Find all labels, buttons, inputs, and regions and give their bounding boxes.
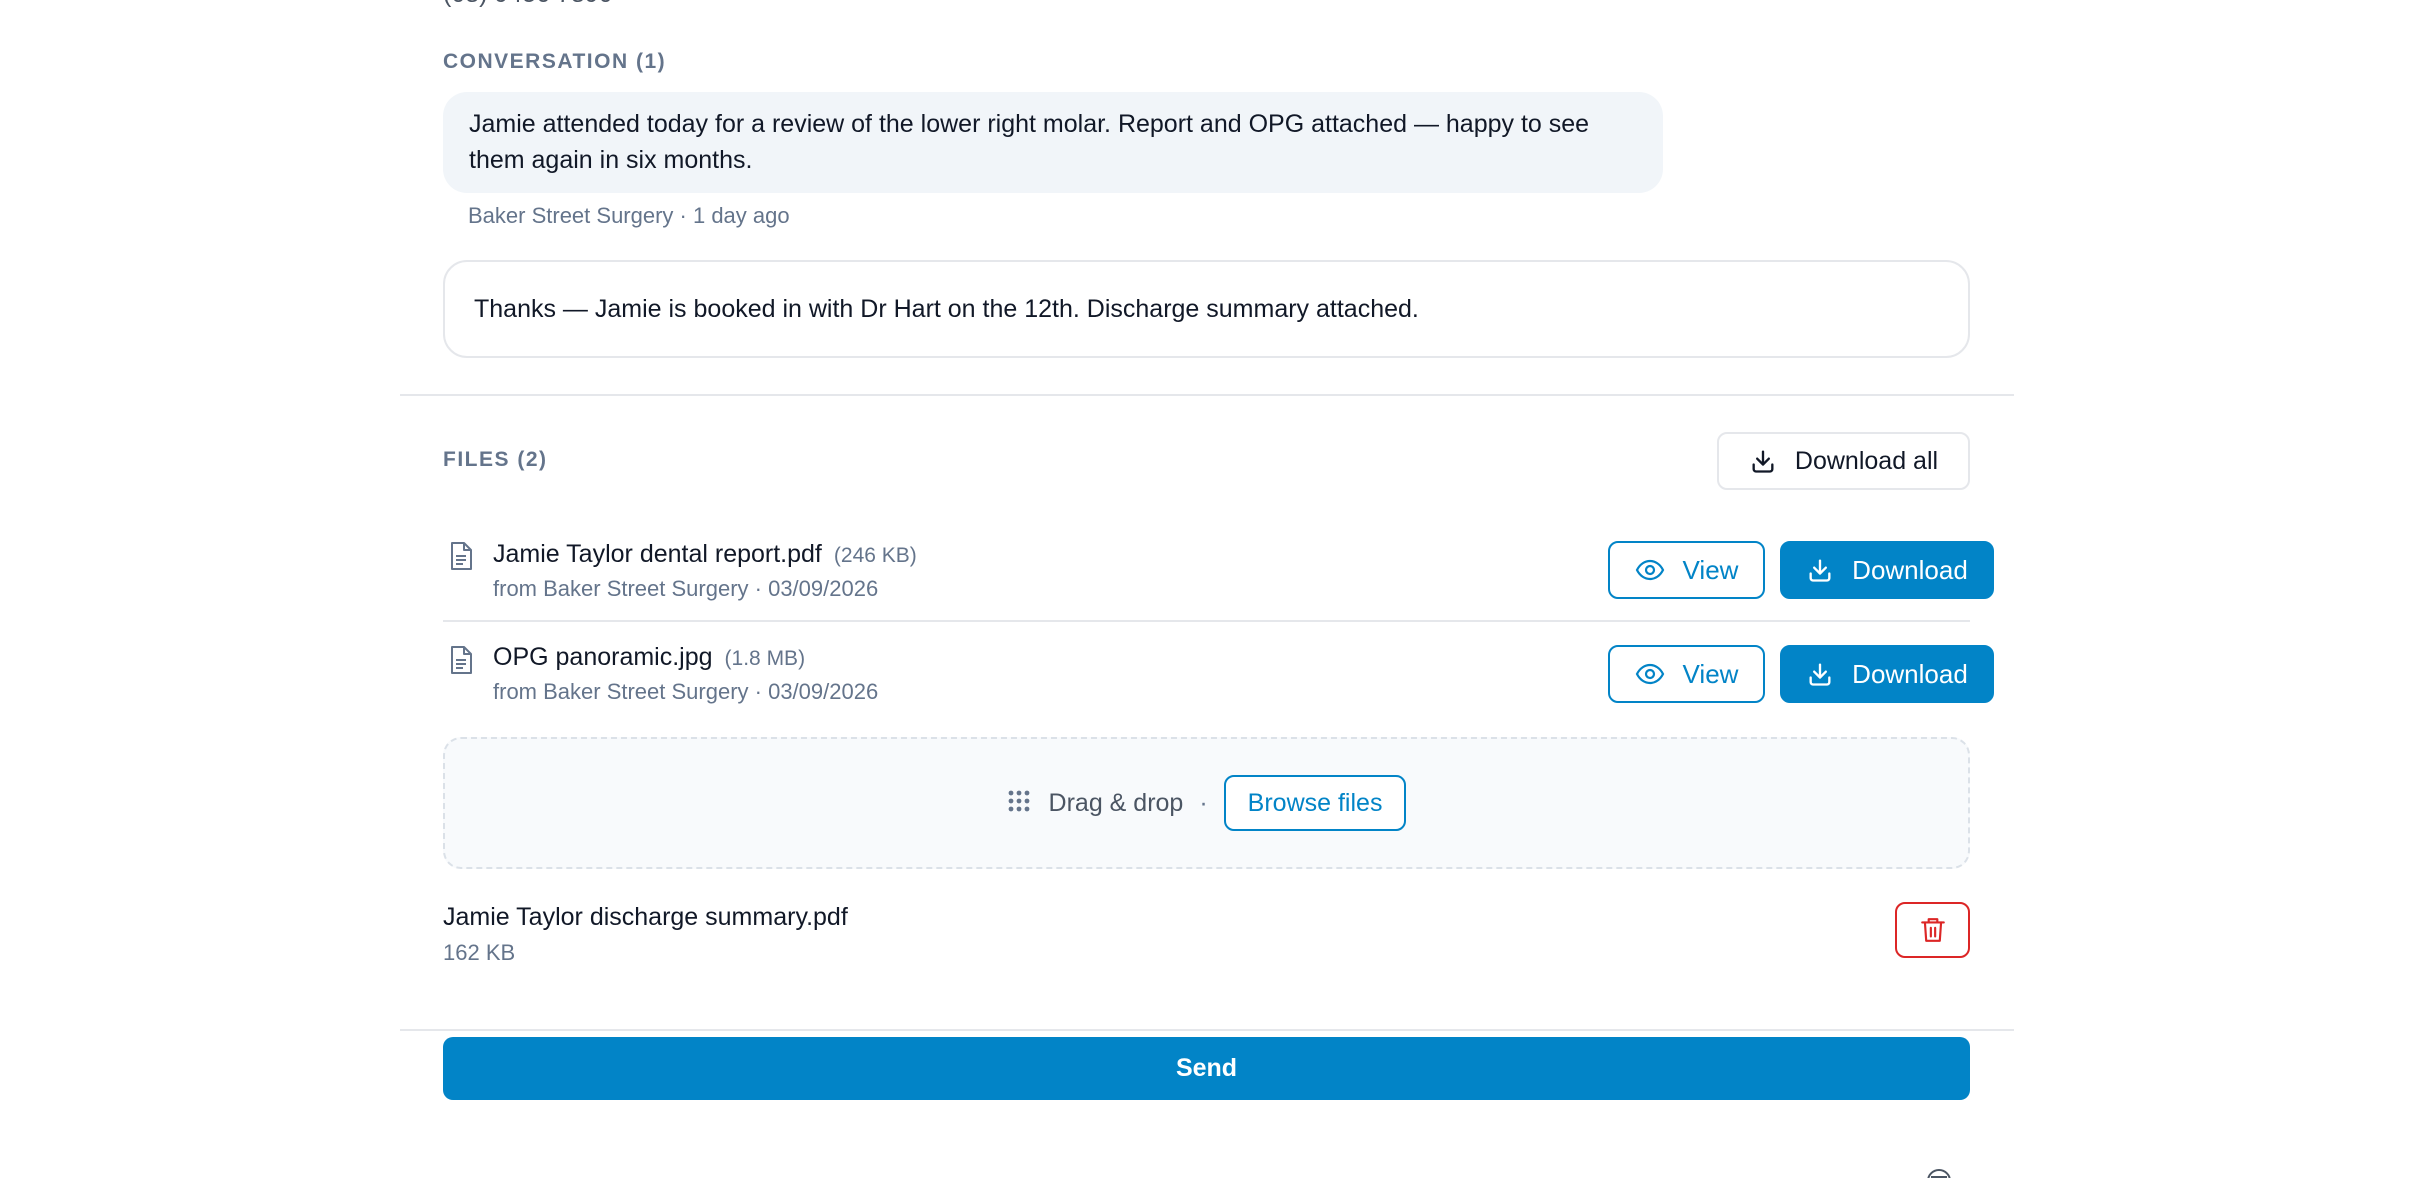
file-meta: from Baker Street Surgery · 03/09/2026 [493, 679, 879, 704]
section-divider [400, 1029, 2014, 1031]
remove-attachment-button[interactable] [1895, 902, 1970, 958]
file-item: Jamie Taylor dental report.pdf (246 KB) [493, 540, 917, 569]
separator-dot: · [1199, 788, 1208, 817]
download-all-button[interactable]: Download all [1717, 432, 1970, 490]
download-file-button[interactable]: Download [1780, 645, 1994, 703]
file-size: (246 KB) [833, 544, 917, 567]
download-all-label: Download all [1794, 446, 1939, 475]
file-meta: from Baker Street Surgery · 03/09/2026 [493, 576, 879, 601]
eye-icon [1635, 558, 1665, 582]
help-icon[interactable] [1925, 1167, 1953, 1178]
file-dropzone[interactable]: Drag & drop · Browse files [443, 737, 1970, 869]
message-thread-page: (08) 9456 7890 CONVERSATION (1) Jamie at… [0, 0, 2416, 1178]
download-icon [1806, 556, 1834, 584]
reply-input[interactable]: Thanks — Jamie is booked in with Dr Hart… [443, 260, 1970, 358]
files-heading: FILES (2) [443, 448, 548, 471]
row-divider [443, 620, 1970, 622]
download-label: Download [1852, 554, 1968, 585]
file-icon [449, 541, 473, 576]
view-label: View [1682, 658, 1739, 689]
view-file-button[interactable]: View [1608, 645, 1765, 703]
file-icon [449, 645, 473, 680]
download-file-button[interactable]: Download [1780, 541, 1994, 599]
pending-attachment-name: Jamie Taylor discharge summary.pdf [443, 903, 848, 931]
eye-icon [1635, 662, 1665, 686]
file-name: Jamie Taylor dental report.pdf [493, 540, 822, 568]
view-file-button[interactable]: View [1608, 541, 1765, 599]
view-label: View [1682, 554, 1739, 585]
download-label: Download [1852, 658, 1968, 689]
trash-icon [1920, 916, 1946, 944]
download-icon [1806, 660, 1834, 688]
section-divider [400, 394, 2014, 396]
file-name: OPG panoramic.jpg [493, 643, 713, 671]
send-button[interactable]: Send [443, 1037, 1970, 1100]
conversation-heading: CONVERSATION (1) [443, 50, 667, 73]
download-icon [1749, 447, 1777, 475]
pending-attachment-size: 162 KB [443, 940, 516, 965]
file-size: (1.8 MB) [724, 647, 806, 670]
contact-phone: (08) 9456 7890 [443, 0, 613, 9]
message-bubble: Jamie attended today for a review of the… [443, 92, 1663, 193]
grip-dots-icon [1007, 789, 1031, 818]
file-item: OPG panoramic.jpg (1.8 MB) [493, 643, 805, 672]
drag-drop-label: Drag & drop [1048, 788, 1184, 817]
browse-files-button[interactable]: Browse files [1223, 775, 1407, 831]
message-meta: Baker Street Surgery · 1 day ago [468, 203, 790, 228]
